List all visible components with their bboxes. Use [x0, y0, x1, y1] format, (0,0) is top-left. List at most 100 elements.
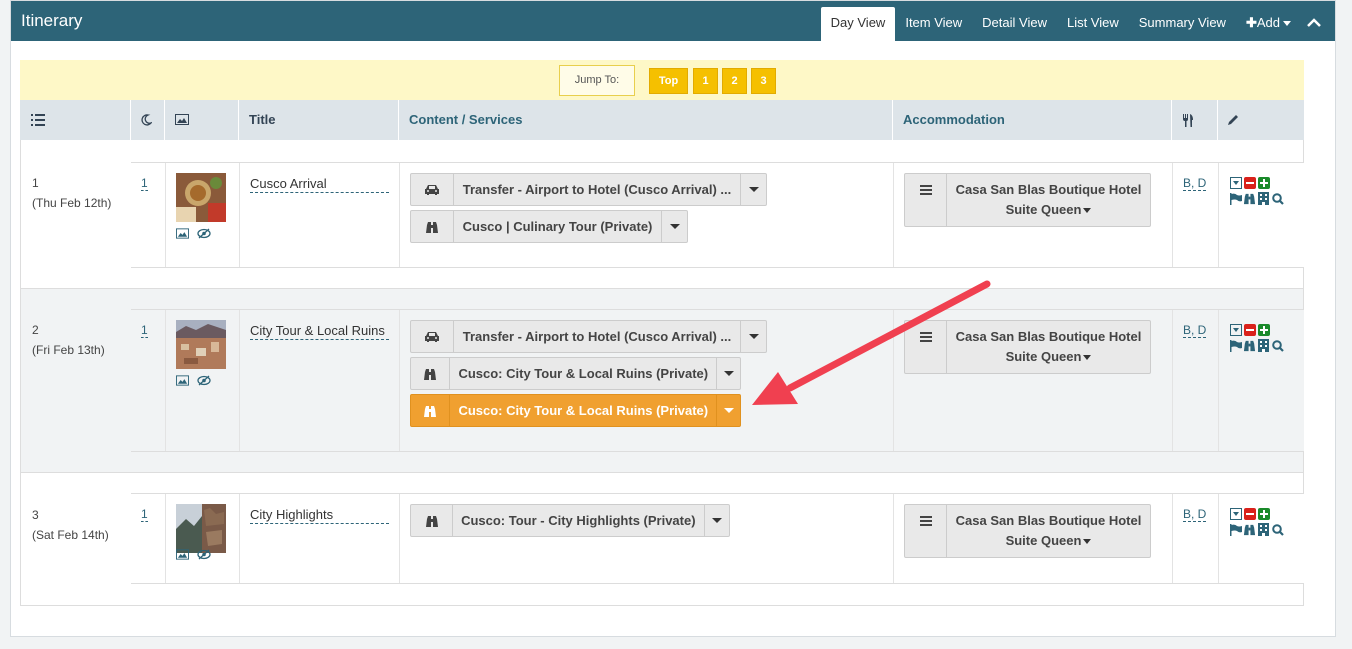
nights-link[interactable]: 1 — [141, 507, 148, 522]
accommodation-button[interactable]: Casa San Blas Boutique Hotel Suite Queen — [904, 173, 1151, 227]
caret-down-icon — [1283, 21, 1291, 27]
binoculars-icon — [411, 395, 451, 426]
binoculars-icon[interactable] — [1243, 523, 1256, 536]
nights-link[interactable]: 1 — [141, 176, 148, 191]
image-icon[interactable] — [176, 227, 189, 242]
service-dropdown-caret[interactable] — [661, 211, 687, 242]
tab-day-view[interactable]: Day View — [820, 7, 896, 41]
service-button[interactable]: Cusco | Culinary Tour (Private) — [410, 210, 688, 243]
day-row-2: 2 (Fri Feb 13th) 1 City Tour & Local Rui… — [20, 289, 1304, 473]
day-row-1: 1 (Thu Feb 12th) 1 Cusco Arrival Transfe… — [20, 140, 1304, 289]
image-icon[interactable] — [176, 374, 189, 389]
day-date: (Thu Feb 12th) — [32, 196, 112, 210]
caret-down-icon — [1083, 539, 1092, 545]
building-icon[interactable] — [1257, 192, 1270, 205]
accommodation-button[interactable]: Casa San Blas Boutique Hotel Suite Queen — [904, 320, 1151, 374]
hidden-eye-icon[interactable] — [197, 548, 211, 563]
search-icon[interactable] — [1271, 523, 1284, 536]
menu-bars-icon — [905, 174, 947, 226]
image-icon[interactable] — [176, 548, 189, 563]
collapse-box-icon[interactable] — [1229, 176, 1242, 189]
day-date: (Sat Feb 14th) — [32, 528, 109, 542]
hotel-name: Casa San Blas Boutique Hotel — [955, 329, 1142, 344]
day-thumbnail-image[interactable] — [176, 504, 226, 553]
tab-item-view[interactable]: Item View — [895, 7, 972, 41]
service-dropdown-caret[interactable] — [740, 321, 766, 352]
service-button[interactable]: Cusco: City Tour & Local Ruins (Private) — [410, 357, 741, 390]
hidden-eye-icon[interactable] — [197, 374, 211, 389]
add-icon[interactable] — [1257, 507, 1270, 520]
jump-day-2-button[interactable]: 2 — [722, 68, 747, 94]
tab-list-view[interactable]: List View — [1057, 7, 1129, 41]
add-icon[interactable] — [1257, 176, 1270, 189]
service-label: Transfer - Airport to Hotel (Cusco Arriv… — [462, 329, 732, 344]
binoculars-icon — [411, 211, 454, 242]
room-type: Suite Queen — [1005, 533, 1082, 548]
service-dropdown-caret[interactable] — [716, 358, 740, 389]
tab-detail-view[interactable]: Detail View — [972, 7, 1057, 41]
column-title: Title — [249, 112, 276, 127]
jump-top-button[interactable]: Top — [649, 68, 688, 94]
collapse-chevron-up-icon[interactable] — [1301, 7, 1327, 41]
jump-bar: Jump To: Top 1 2 3 — [20, 60, 1304, 100]
accommodation-button[interactable]: Casa San Blas Boutique Hotel Suite Queen — [904, 504, 1151, 558]
caret-down-icon — [1083, 355, 1092, 361]
image-column-icon — [175, 100, 189, 140]
search-icon[interactable] — [1271, 192, 1284, 205]
room-type: Suite Queen — [1005, 349, 1082, 364]
binoculars-icon[interactable] — [1243, 339, 1256, 352]
add-dropdown-button[interactable]: ✚Add — [1236, 7, 1301, 41]
meals-utensils-icon — [1182, 100, 1194, 140]
flag-icon[interactable] — [1229, 192, 1242, 205]
day-number: 3 — [32, 508, 39, 522]
building-icon[interactable] — [1257, 339, 1270, 352]
nights-link[interactable]: 1 — [141, 323, 148, 338]
add-icon[interactable] — [1257, 323, 1270, 336]
room-type: Suite Queen — [1005, 202, 1082, 217]
tab-summary-view[interactable]: Summary View — [1129, 7, 1236, 41]
remove-icon[interactable] — [1243, 507, 1256, 520]
day-number: 1 — [32, 176, 39, 190]
remove-icon[interactable] — [1243, 323, 1256, 336]
service-label: Cusco: City Tour & Local Ruins (Private) — [458, 403, 709, 418]
jump-day-1-button[interactable]: 1 — [693, 68, 718, 94]
service-label: Transfer - Airport to Hotel (Cusco Arriv… — [462, 182, 732, 197]
hidden-eye-icon[interactable] — [197, 227, 211, 242]
collapse-box-icon[interactable] — [1229, 323, 1242, 336]
add-label: Add — [1256, 15, 1280, 30]
service-dropdown-caret[interactable] — [716, 395, 740, 426]
day-title-link[interactable]: City Highlights — [250, 507, 389, 524]
service-button-highlighted[interactable]: Cusco: City Tour & Local Ruins (Private) — [410, 394, 741, 427]
service-dropdown-caret[interactable] — [703, 505, 729, 536]
service-button[interactable]: Transfer - Airport to Hotel (Cusco Arriv… — [410, 173, 767, 206]
day-title-link[interactable]: Cusco Arrival — [250, 176, 389, 193]
flag-icon[interactable] — [1229, 339, 1242, 352]
service-button[interactable]: Cusco: Tour - City Highlights (Private) — [410, 504, 730, 537]
list-order-icon — [31, 100, 45, 140]
service-label: Cusco | Culinary Tour (Private) — [462, 219, 653, 234]
binoculars-icon — [411, 505, 454, 536]
building-icon[interactable] — [1257, 523, 1270, 536]
meals-link[interactable]: B, D — [1183, 176, 1207, 191]
day-thumbnail-image[interactable] — [176, 320, 226, 369]
day-title-link[interactable]: City Tour & Local Ruins — [250, 323, 389, 340]
meals-link[interactable]: B, D — [1183, 507, 1207, 522]
menu-bars-icon — [905, 505, 947, 557]
service-dropdown-caret[interactable] — [740, 174, 766, 205]
flag-icon[interactable] — [1229, 523, 1242, 536]
jump-day-3-button[interactable]: 3 — [751, 68, 776, 94]
day-thumbnail-image[interactable] — [176, 173, 226, 222]
search-icon[interactable] — [1271, 339, 1284, 352]
day-date: (Fri Feb 13th) — [32, 343, 105, 357]
caret-down-icon — [1083, 208, 1092, 214]
collapse-box-icon[interactable] — [1229, 507, 1242, 520]
binoculars-icon[interactable] — [1243, 192, 1256, 205]
column-content-services: Content / Services — [409, 112, 523, 127]
meals-link[interactable]: B, D — [1183, 323, 1207, 338]
nights-moon-icon — [140, 100, 153, 140]
car-icon — [411, 174, 454, 205]
remove-icon[interactable] — [1243, 176, 1256, 189]
edit-pencil-icon — [1227, 100, 1239, 140]
jump-to-label: Jump To: — [559, 65, 635, 96]
service-button[interactable]: Transfer - Airport to Hotel (Cusco Arriv… — [410, 320, 767, 353]
